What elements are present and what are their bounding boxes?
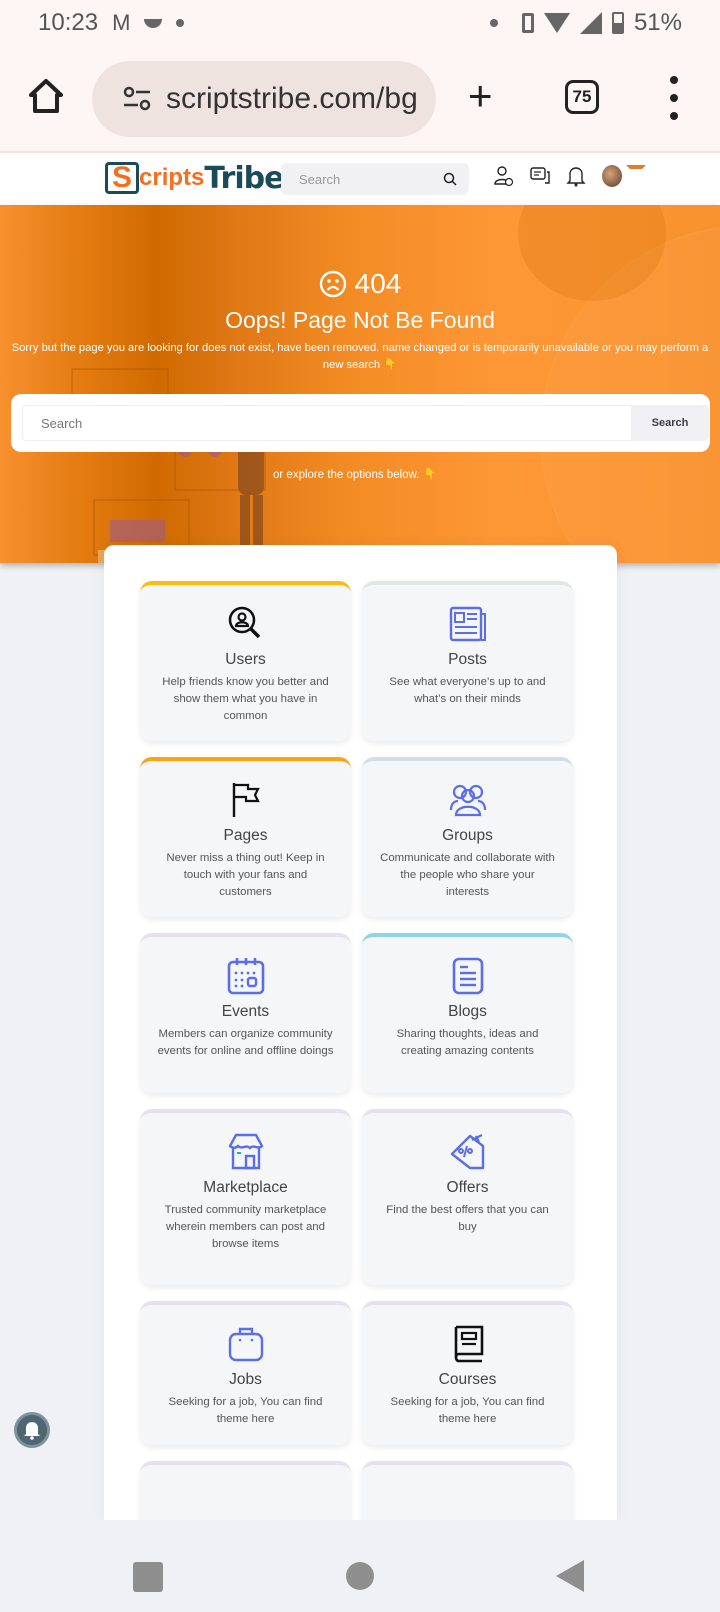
option-card-title: Pages [223,827,268,844]
option-card-posts[interactable]: Posts See what everyone’s up to and what’… [362,581,573,741]
sad-face-icon [319,270,346,298]
dot-icon [176,19,185,27]
option-card-title: Groups [442,827,493,844]
system-nav-bar [0,1520,720,1612]
logo-mark: S [105,161,139,194]
book-icon [448,1324,488,1364]
group-icon [448,780,488,820]
battery-icon [611,12,624,34]
option-card-marketplace[interactable]: Marketplace Trusted community marketplace… [140,1109,351,1285]
error-search-input[interactable] [22,405,632,441]
calendar-icon [226,956,266,996]
moon-icon [144,18,163,28]
option-card-description: Seeking for a job, You can find theme he… [390,1396,545,1425]
error-code-text: 404 [354,268,402,299]
clock: 10:23 [38,9,99,36]
option-card-title: Blogs [448,1003,487,1020]
status-bar: 10:23 M 51% [0,0,720,46]
option-card-events[interactable]: Events Members can organize community eve… [140,933,351,1093]
address-bar[interactable]: scriptstribe.com/bg [92,61,436,137]
notifications-bell-icon[interactable] [566,165,586,187]
back-button[interactable] [556,1560,584,1592]
option-card-offers[interactable]: Offers Find the best offers that you can … [362,1109,573,1285]
vibrate-icon [521,13,534,33]
option-card-jobs[interactable]: Jobs Seeking for a job, You can find them… [140,1301,351,1445]
add-user-icon[interactable] [494,165,514,187]
kebab-dot [670,76,678,84]
document-icon [448,956,488,996]
home-icon [29,79,63,113]
bell-icon [24,1422,40,1440]
browser-menu-button[interactable] [664,76,684,120]
option-card-title: Courses [438,1371,497,1388]
error-code: 404 [0,268,720,300]
site-settings-icon [123,86,151,111]
battery-level: 51% [633,9,682,36]
avatar[interactable] [602,165,622,187]
url-text: scriptstribe.com/bg [166,82,418,115]
home-nav-button[interactable] [346,1562,374,1590]
option-card-courses[interactable]: Courses Seeking for a job, You can find t… [362,1301,573,1445]
option-card-title: Users [225,651,266,668]
option-card-description: Trusted community marketplace wherein me… [164,1204,327,1250]
chevron-down-icon[interactable] [626,165,646,187]
option-card-title: Jobs [229,1371,262,1388]
briefcase-icon [226,1324,266,1364]
discount-tag-icon [448,1132,488,1172]
tab-count: 75 [572,87,592,106]
flag-icon [226,780,266,820]
site-logo[interactable]: S cripts Tribe [105,160,284,196]
logo-text-cripts: cripts [139,164,205,191]
option-card-description: Sharing thoughts, ideas and creating ama… [396,1028,539,1057]
store-icon [226,1132,266,1172]
push-notification-button[interactable] [14,1412,50,1448]
wifi-icon [543,13,570,33]
option-card-description: Seeking for a job, You can find theme he… [168,1396,323,1425]
logo-text-tribe: Tribe [204,160,284,196]
option-card-description: Never miss a thing out! Keep in touch wi… [166,852,325,898]
user-search-icon [226,604,266,644]
dot-icon [489,19,498,27]
error-description: Sorry but the page you are looking for d… [11,342,709,371]
gmail-icon: M [112,10,131,35]
option-card-description: Communicate and collaborate with the peo… [380,852,555,898]
error-search-form: Search [11,394,710,452]
site-header: S cripts Tribe Search [0,153,720,205]
option-card-description: Help friends know you better and show th… [162,676,329,722]
plus-icon: + [468,72,493,119]
messages-icon[interactable] [530,165,550,187]
recents-button[interactable] [133,1562,163,1592]
home-button[interactable] [26,76,66,116]
option-card-title: Events [221,1003,270,1020]
option-card-description: Find the best offers that you can buy [386,1204,549,1233]
option-card-users[interactable]: Users Help friends know you better and sh… [140,581,351,741]
error-hero: 404 Oops! Page Not Be Found Sorry but th… [0,205,720,563]
newspaper-icon [448,604,488,644]
search-icon[interactable] [443,172,457,186]
header-search-input[interactable]: Search [281,163,469,195]
option-card-title: Marketplace [203,1179,288,1196]
option-card-title: Offers [446,1179,489,1196]
options-panel: Users Help friends know you better and sh… [104,545,617,1581]
option-card-title: Posts [448,651,487,668]
page-title: Oops! Page Not Be Found [225,307,495,333]
header-search-placeholder: Search [299,171,341,187]
browser-toolbar: scriptstribe.com/bg + 75 [0,46,720,153]
option-card-pages[interactable]: Pages Never miss a thing out! Keep in tou… [140,757,351,917]
option-card-groups[interactable]: Groups Communicate and collaborate with t… [362,757,573,917]
new-tab-button[interactable]: + [468,75,493,117]
tab-switcher-button[interactable]: 75 [565,80,599,114]
explore-text: or explore the options below. 👇 [273,469,437,481]
error-search-button[interactable]: Search [631,405,709,441]
option-card-description: Members can organize community events fo… [157,1028,334,1057]
option-card-blogs[interactable]: Blogs Sharing thoughts, ideas and creatin… [362,933,573,1093]
signal-icon [579,12,602,34]
option-card-description: See what everyone’s up to and what’s on … [389,676,546,705]
